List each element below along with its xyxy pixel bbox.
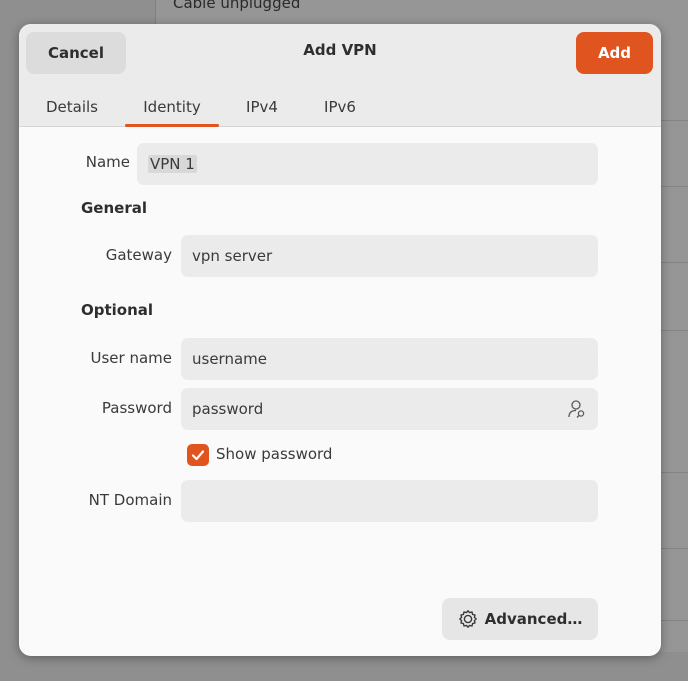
gateway-label: Gateway bbox=[105, 246, 172, 264]
name-label: Name bbox=[85, 153, 130, 171]
background-status-text: Cable unplugged bbox=[173, 0, 301, 12]
show-password-label[interactable]: Show password bbox=[216, 445, 332, 463]
gateway-input[interactable] bbox=[181, 235, 598, 277]
optional-heading: Optional bbox=[81, 301, 154, 319]
nt-domain-label: NT Domain bbox=[88, 491, 172, 509]
advanced-label: Advanced… bbox=[484, 610, 583, 628]
tab-bar: Details Identity IPv4 IPv6 bbox=[19, 86, 661, 127]
password-input[interactable] bbox=[181, 388, 598, 430]
username-label: User name bbox=[90, 349, 173, 367]
password-label: Password bbox=[101, 399, 172, 417]
name-field[interactable]: VPN 1 bbox=[137, 143, 598, 185]
checkmark-icon bbox=[191, 450, 205, 461]
tab-identity[interactable]: Identity bbox=[125, 86, 219, 127]
tab-ipv4[interactable]: IPv4 bbox=[233, 86, 291, 127]
name-value: VPN 1 bbox=[148, 155, 197, 173]
cancel-button[interactable]: Cancel bbox=[26, 32, 126, 74]
user-key-icon[interactable] bbox=[566, 398, 588, 420]
gear-icon bbox=[458, 610, 477, 628]
add-button[interactable]: Add bbox=[576, 32, 653, 74]
add-vpn-dialog: Cancel Add VPN Add Details Identity IPv4… bbox=[19, 24, 661, 656]
general-heading: General bbox=[81, 199, 147, 217]
username-input[interactable] bbox=[181, 338, 598, 380]
advanced-button[interactable]: Advanced… bbox=[442, 598, 598, 640]
dialog-header: Cancel Add VPN Add Details Identity IPv4… bbox=[19, 24, 661, 127]
tab-ipv6[interactable]: IPv6 bbox=[311, 86, 369, 127]
tab-details[interactable]: Details bbox=[33, 86, 111, 127]
show-password-checkbox[interactable] bbox=[187, 444, 209, 466]
nt-domain-input[interactable] bbox=[181, 480, 598, 522]
